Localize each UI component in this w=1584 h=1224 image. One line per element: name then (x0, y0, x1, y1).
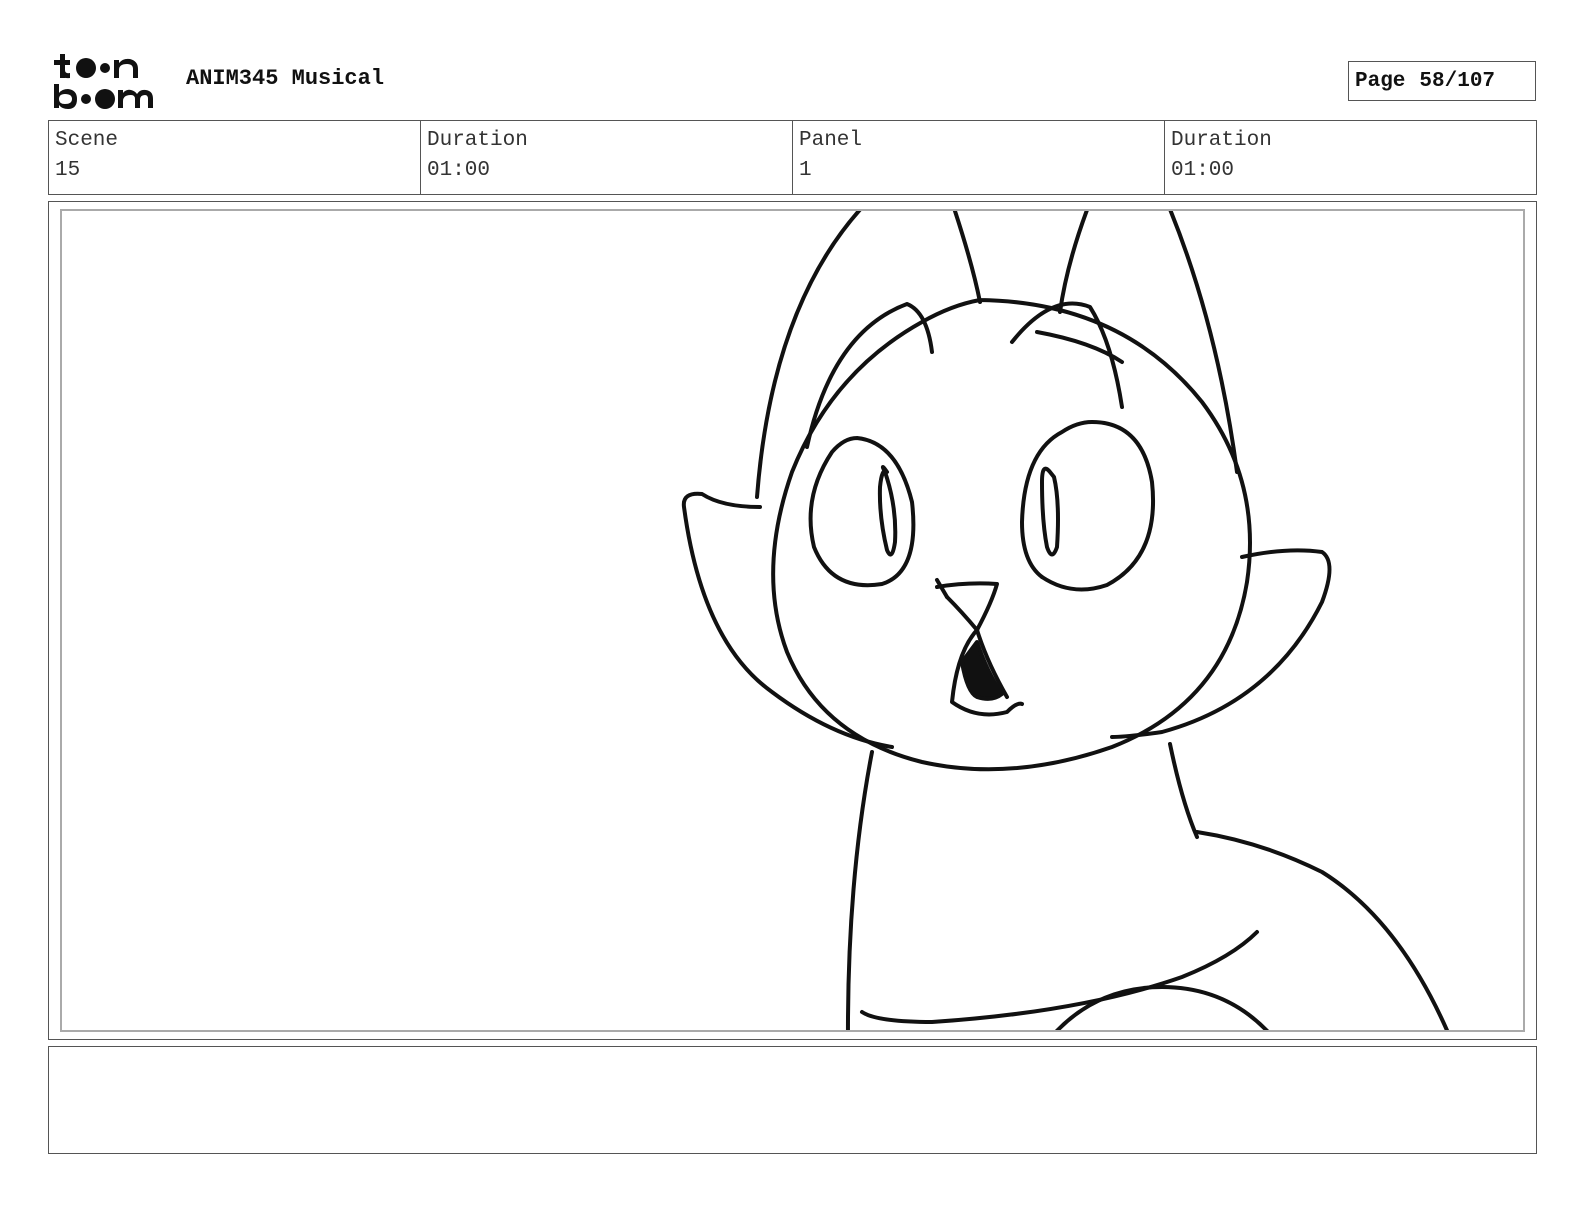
scene-duration-value: 01:00 (427, 159, 491, 182)
page-number: 58/107 (1419, 69, 1496, 93)
panel-value: 1 (799, 159, 812, 182)
panel-cell: Panel 1 (793, 121, 1165, 194)
scene-info-table: Scene 15 Duration 01:00 Panel 1 Duration… (48, 120, 1537, 195)
scene-duration-label: Duration (427, 129, 528, 152)
scene-label: Scene (55, 129, 119, 152)
toonboom-logo (50, 50, 165, 112)
scene-value: 15 (55, 159, 81, 182)
panel-image (60, 209, 1525, 1032)
panel-duration-cell: Duration 01:00 (1165, 121, 1536, 194)
cat-sketch-icon (681, 211, 1449, 1030)
panel-label: Panel (799, 129, 863, 152)
panel-duration-value: 01:00 (1171, 159, 1235, 182)
project-title: ANIM345 Musical (186, 66, 385, 91)
scene-duration-cell: Duration 01:00 (421, 121, 793, 194)
page-label: Page (1355, 69, 1406, 93)
panel-duration-label: Duration (1171, 129, 1272, 152)
panel-notes-box (48, 1046, 1537, 1154)
scene-cell: Scene 15 (49, 121, 421, 194)
page-indicator: Page 58/107 (1348, 61, 1536, 101)
